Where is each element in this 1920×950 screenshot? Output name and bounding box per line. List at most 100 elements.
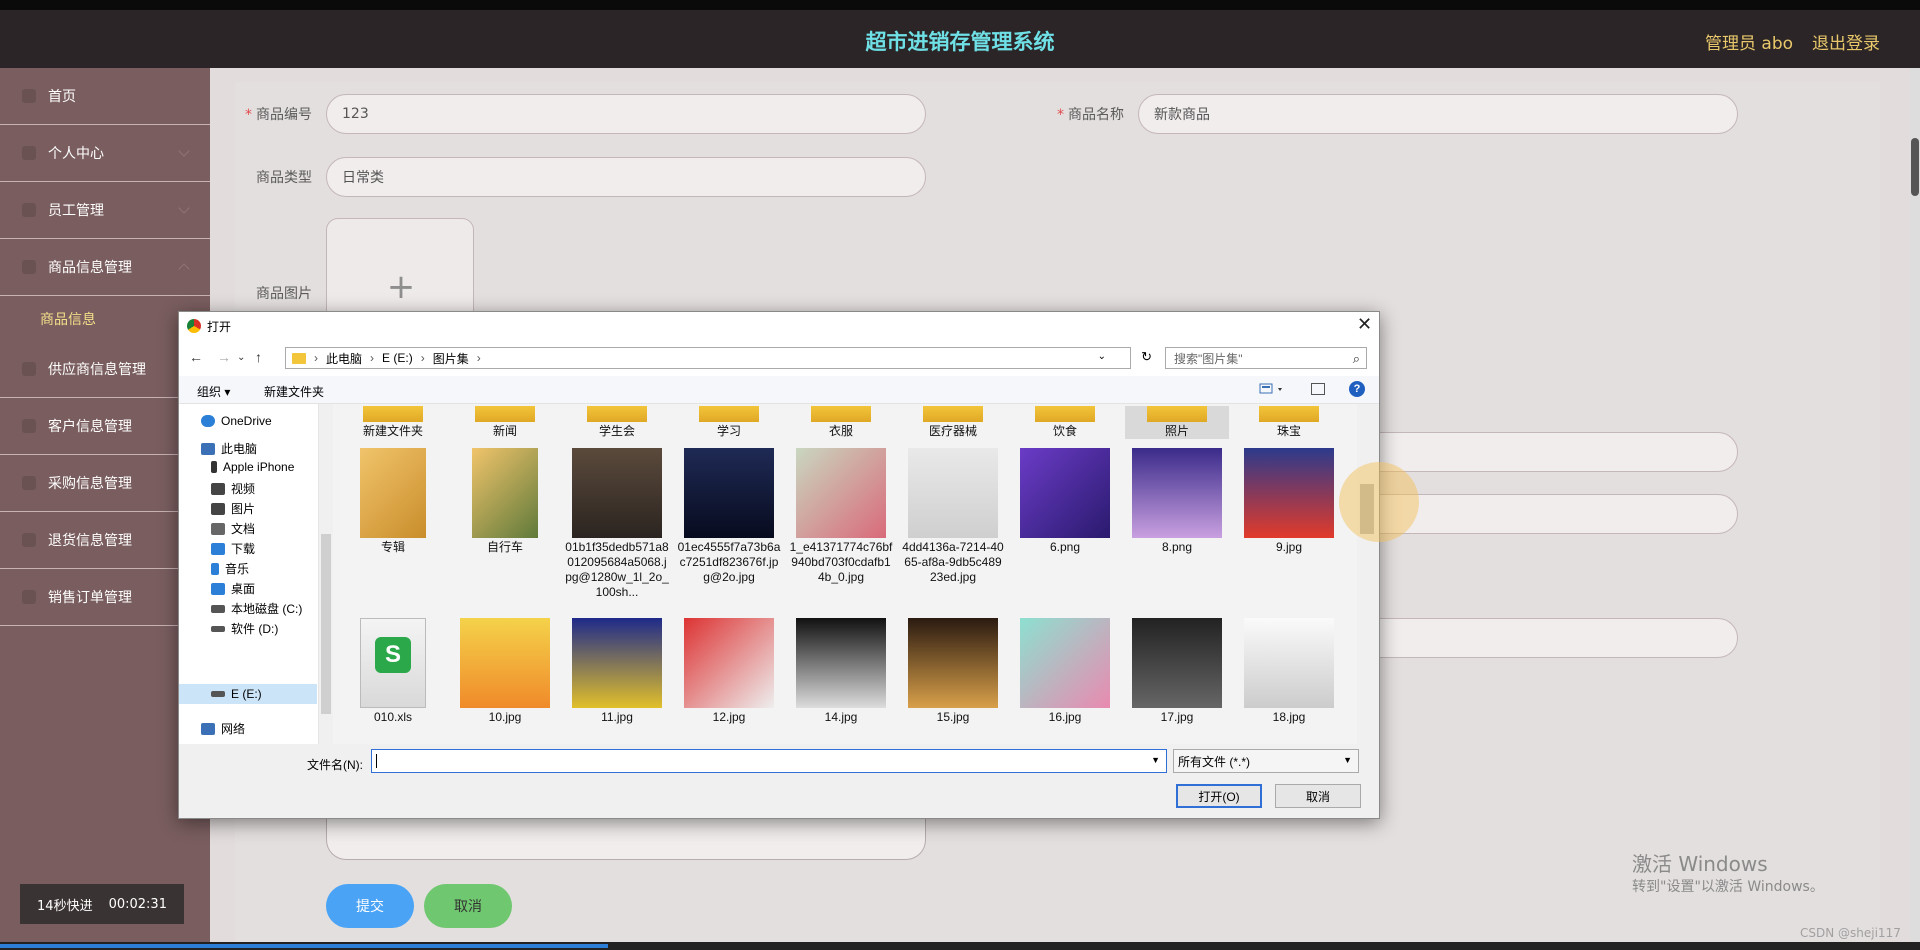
computer-icon xyxy=(201,442,215,455)
nav-item-this-pc[interactable]: 此电脑 xyxy=(201,440,257,457)
thumbnail-icon xyxy=(460,618,550,708)
folder-item[interactable]: 新建文件夹 xyxy=(341,406,445,439)
dialog-cancel-button[interactable]: 取消 xyxy=(1275,784,1361,808)
file-item[interactable]: 12.jpg xyxy=(677,618,781,725)
nav-item-pictures[interactable]: 图片 xyxy=(211,500,255,517)
folder-item[interactable]: 医疗器械 xyxy=(901,406,1005,439)
back-icon[interactable]: ← xyxy=(189,349,203,365)
folder-item[interactable]: 专辑 xyxy=(341,448,445,555)
cursor-highlight xyxy=(1339,462,1419,542)
folder-item[interactable]: 珠宝 xyxy=(1237,406,1341,439)
breadcrumb-item[interactable]: 图片集 xyxy=(433,350,469,367)
submit-button[interactable]: 提交 xyxy=(326,884,414,928)
open-button[interactable]: 打开(O) xyxy=(1176,784,1262,808)
label-text: 商品名称 xyxy=(1068,107,1124,123)
nav-pane-scrollbar[interactable] xyxy=(319,404,333,744)
nav-item-network[interactable]: 网络 xyxy=(201,720,245,737)
file-item[interactable]: 6.png xyxy=(1013,448,1117,555)
file-item[interactable]: 11.jpg xyxy=(565,618,669,725)
file-item[interactable]: 9.jpg xyxy=(1237,448,1341,555)
folder-item[interactable]: 照片 xyxy=(1125,406,1229,439)
cancel-button[interactable]: 取消 xyxy=(424,884,512,928)
forward-icon[interactable]: → xyxy=(217,349,231,365)
file-item[interactable]: 8.png xyxy=(1125,448,1229,555)
file-item[interactable]: 15.jpg xyxy=(901,618,1005,725)
chevron-down-icon[interactable]: ▼ xyxy=(1151,755,1160,765)
search-input[interactable]: 搜索"图片集" ⌕ xyxy=(1165,347,1367,369)
file-name: 新闻 xyxy=(492,424,517,438)
sidebar-item-label: 个人中心 xyxy=(48,146,104,162)
file-item[interactable]: 17.jpg xyxy=(1125,618,1229,725)
logout-link[interactable]: 退出登录 xyxy=(1812,29,1880,54)
sidebar-item-staff[interactable]: 员工管理 xyxy=(0,182,210,239)
nav-item-drive-c[interactable]: 本地磁盘 (C:) xyxy=(211,600,302,617)
breadcrumb-item[interactable]: 此电脑 xyxy=(326,350,362,367)
view-options-icon[interactable] xyxy=(1259,382,1287,396)
file-name: 11.jpg xyxy=(601,710,633,724)
recent-dropdown-icon[interactable]: ⌄ xyxy=(237,352,245,363)
address-bar[interactable]: › 此电脑 › E (E:) › 图片集 › ⌄ ↻ xyxy=(285,347,1152,369)
file-name: 照片 xyxy=(1164,424,1189,438)
file-name: 10.jpg xyxy=(488,710,522,724)
nav-item-iphone[interactable]: Apple iPhone xyxy=(211,460,294,474)
breadcrumb-item[interactable]: E (E:) xyxy=(382,351,413,365)
product-type-input[interactable]: 日常类 xyxy=(326,157,926,197)
nav-item-desktop[interactable]: 桌面 xyxy=(211,580,255,597)
file-name: 学习 xyxy=(716,424,741,438)
chevron-down-icon[interactable]: ⌄ xyxy=(1098,351,1106,362)
sidebar-item-profile[interactable]: 个人中心 xyxy=(0,125,210,182)
file-item[interactable]: 01ec4555f7a73b6ac7251df823676f.jpg@2o.jp… xyxy=(677,448,781,585)
file-name: 饮食 xyxy=(1052,424,1077,438)
folder-item[interactable]: 新闻 xyxy=(453,406,557,439)
nav-item-onedrive[interactable]: OneDrive xyxy=(201,414,272,428)
thumbnail-icon xyxy=(1020,448,1110,538)
admin-label: 管理员 abo xyxy=(1705,34,1794,54)
file-item[interactable]: 18.jpg xyxy=(1237,618,1341,725)
folder-item[interactable]: 自行车 xyxy=(453,448,557,555)
filename-input[interactable]: ▼ xyxy=(371,749,1167,773)
file-item[interactable]: 14.jpg xyxy=(789,618,893,725)
preview-pane-icon[interactable] xyxy=(1311,383,1325,395)
sidebar-item-product-mgmt[interactable]: 商品信息管理 xyxy=(0,239,210,296)
file-item[interactable]: 1_e41371774c76bf940bd703f0cdafb14b_0.jpg xyxy=(789,448,893,585)
nav-item-music[interactable]: 音乐 xyxy=(211,560,249,577)
new-folder-button[interactable]: 新建文件夹 xyxy=(264,383,324,400)
thumbnail-icon xyxy=(572,448,662,538)
organize-button[interactable]: 组织 ▾ xyxy=(197,383,230,400)
close-icon[interactable]: ✕ xyxy=(1357,314,1372,335)
nav-item-documents[interactable]: 文档 xyxy=(211,520,255,537)
nav-item-drive-e[interactable]: E (E:) xyxy=(211,687,262,701)
scrollbar-thumb[interactable] xyxy=(321,534,331,714)
search-icon: ⌕ xyxy=(1352,351,1360,366)
file-item[interactable]: S 010.xls xyxy=(341,618,445,725)
file-name: 自行车 xyxy=(486,540,523,554)
video-progress-bar[interactable] xyxy=(0,942,1920,950)
product-name-input[interactable]: 新款商品 xyxy=(1138,94,1738,134)
folder-item[interactable]: 学习 xyxy=(677,406,781,439)
product-icon xyxy=(22,260,36,274)
folder-item[interactable]: 学生会 xyxy=(565,406,669,439)
product-code-input[interactable]: 123 xyxy=(326,94,926,134)
nav-item-videos[interactable]: 视频 xyxy=(211,480,255,497)
scrollbar-thumb[interactable] xyxy=(1911,138,1919,196)
file-item[interactable]: 4dd4136a-7214-4065-af8a-9db5c48923ed.jpg xyxy=(901,448,1005,585)
page-scrollbar[interactable] xyxy=(1910,68,1920,942)
refresh-icon[interactable]: ↻ xyxy=(1141,349,1152,365)
folder-item[interactable]: 饮食 xyxy=(1013,406,1117,439)
nav-item-drive-d[interactable]: 软件 (D:) xyxy=(211,620,278,637)
file-name: 17.jpg xyxy=(1160,710,1194,724)
nav-label: Apple iPhone xyxy=(223,460,295,474)
folder-icon xyxy=(1035,406,1095,422)
help-icon[interactable]: ? xyxy=(1349,381,1365,397)
file-list-scrollbar[interactable] xyxy=(1357,404,1379,744)
nav-item-downloads[interactable]: 下载 xyxy=(211,540,255,557)
file-item[interactable]: 01b1f35dedb571a8012095684a5068.jpg@1280w… xyxy=(565,448,669,600)
folder-icon xyxy=(360,448,426,538)
up-icon[interactable]: ↑ xyxy=(255,349,262,365)
sidebar-item-home[interactable]: 首页 xyxy=(0,68,210,125)
file-item[interactable]: 16.jpg xyxy=(1013,618,1117,725)
folder-item[interactable]: 衣服 xyxy=(789,406,893,439)
filetype-select[interactable]: 所有文件 (*.*) ▼ xyxy=(1173,749,1359,773)
thumbnail-icon xyxy=(796,448,886,538)
file-item[interactable]: 10.jpg xyxy=(453,618,557,725)
